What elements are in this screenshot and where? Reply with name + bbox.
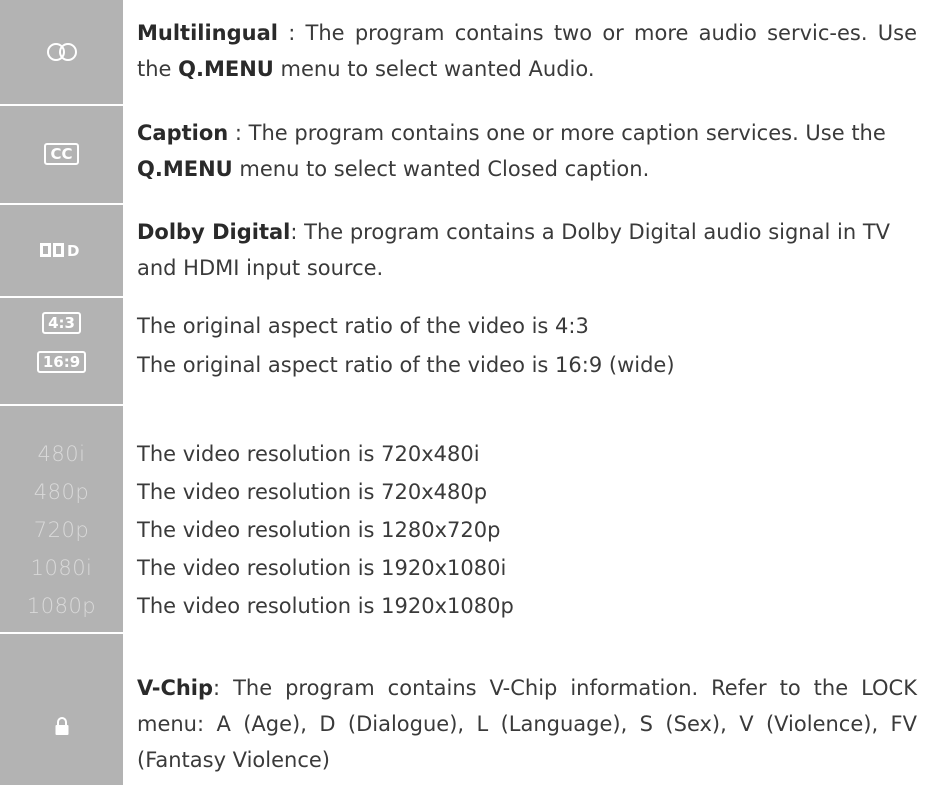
dolby-term: Dolby Digital — [137, 220, 291, 244]
aspect-16-9-text: The original aspect ratio of the video i… — [137, 353, 675, 377]
qmenu-label: Q.MENU — [137, 157, 233, 181]
vchip-term: V-Chip — [137, 676, 214, 700]
lock-icon — [0, 667, 123, 785]
res-720p-label: 720p — [33, 518, 90, 542]
caption-text-end: menu to select wanted Closed caption. — [232, 157, 650, 181]
multilingual-description: Multilingual : The program contains two … — [137, 15, 917, 87]
vchip-text: : The program contains V-Chip informatio… — [137, 676, 917, 772]
res-480p-label: 480p — [33, 480, 90, 504]
caption-description: Caption : The program contains one or mo… — [137, 115, 917, 187]
aspect-4-3-icon: 4:3 — [0, 312, 123, 342]
aspect-4-3-label: 4:3 — [42, 312, 81, 334]
multilingual-icon — [0, 0, 123, 104]
dolby-section: D Dolby Digital: The program contains a … — [0, 203, 925, 296]
aspect-16-9-label: 16:9 — [36, 351, 87, 373]
res-480i-label: 480i — [37, 442, 86, 466]
res-720p-text: The video resolution is 1280x720p — [137, 518, 501, 542]
res-1080p-text: The video resolution is 1920x1080p — [137, 594, 514, 618]
res-1080i-label: 1080i — [30, 556, 93, 580]
dolby-digital-icon: D — [0, 203, 123, 296]
res-480p-text: The video resolution is 720x480p — [137, 480, 488, 504]
cc-icon: CC — [0, 104, 123, 203]
res-1080p-label: 1080p — [26, 594, 97, 618]
resolution-section: 480i The video resolution is 720x480i 48… — [0, 404, 925, 632]
dolby-icon-label: D — [67, 242, 79, 259]
aspect-16-9-icon: 16:9 — [0, 351, 123, 381]
res-1080i-text: The video resolution is 1920x1080i — [137, 556, 507, 580]
qmenu-label: Q.MENU — [178, 57, 274, 81]
aspect-section: 4:3 The original aspect ratio of the vid… — [0, 296, 925, 404]
multilingual-text-end: menu to select wanted Audio. — [273, 57, 595, 81]
cc-icon-label: CC — [44, 142, 79, 165]
res-480i-text: The video resolution is 720x480i — [137, 442, 480, 466]
multilingual-section: Multilingual : The program contains two … — [0, 0, 925, 104]
aspect-4-3-text: The original aspect ratio of the video i… — [137, 314, 589, 338]
caption-term: Caption — [137, 121, 229, 145]
vchip-section: V-Chip: The program contains V-Chip info… — [0, 632, 925, 785]
dolby-description: Dolby Digital: The program contains a Do… — [137, 214, 917, 286]
multilingual-term: Multilingual — [137, 21, 278, 45]
vchip-description: V-Chip: The program contains V-Chip info… — [137, 670, 917, 778]
caption-text: : The program contains one or more capti… — [228, 121, 886, 145]
caption-section: CC Caption : The program contains one or… — [0, 104, 925, 203]
